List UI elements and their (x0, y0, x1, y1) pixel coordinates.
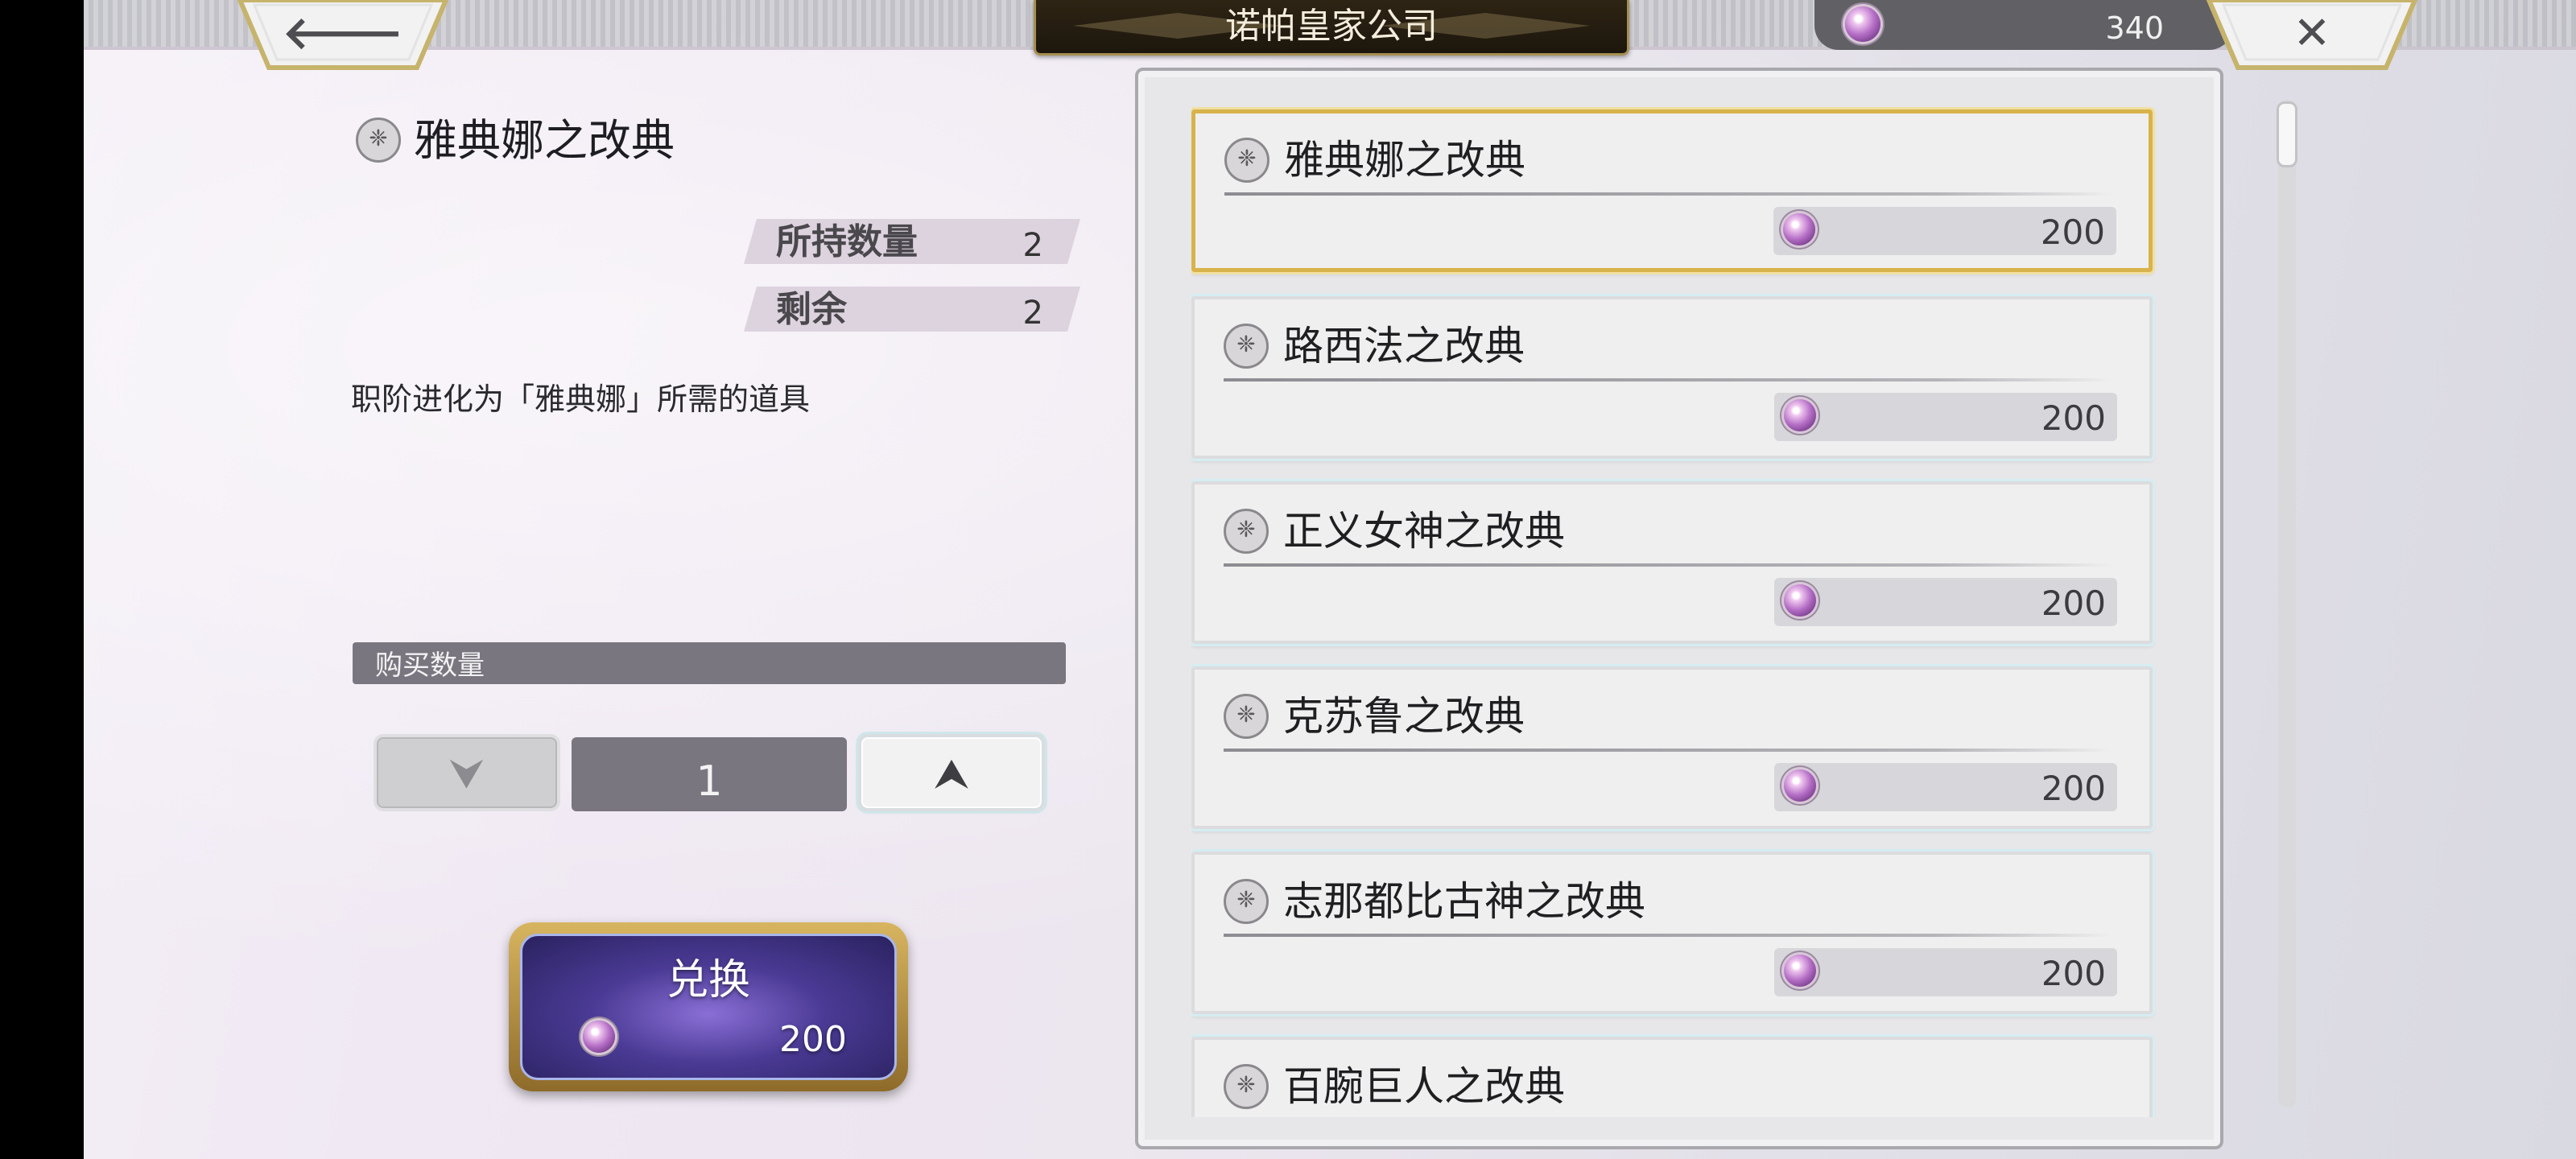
exchange-price: 200 (779, 1019, 847, 1060)
list-item-name: 百腕巨人之改典 (1283, 1063, 1565, 1110)
remaining-count-row: 剩余 2 (743, 287, 1081, 332)
decrease-quantity-button[interactable]: ⮟ (374, 734, 560, 811)
gem-icon (1784, 399, 1816, 431)
close-button[interactable]: ✕ (2206, 0, 2418, 70)
gem-icon (1784, 955, 1816, 987)
book-icon (1224, 138, 1269, 183)
exchange-button[interactable]: 兑换 200 (509, 922, 908, 1091)
list-item-name: 志那都比古神之改典 (1283, 878, 1645, 925)
list-item[interactable]: 正义女神之改典 200 (1191, 481, 2153, 644)
quantity-header: 购买数量 (353, 642, 1066, 684)
list-item[interactable]: 路西法之改典 200 (1191, 296, 2153, 459)
list-item-price: 200 (2041, 954, 2106, 993)
book-icon (1224, 879, 1269, 924)
item-description: 职阶进化为「雅典娜」所需的道具 (351, 382, 811, 417)
currency-amount: 340 (2105, 10, 2164, 46)
owned-count-row: 所持数量 2 (743, 219, 1081, 264)
list-item-price: 200 (2041, 769, 2106, 808)
list-item[interactable]: 百腕巨人之改典 200 (1191, 1037, 2153, 1117)
price-tag: 200 (1774, 393, 2117, 441)
list-item-name: 正义女神之改典 (1283, 508, 1565, 555)
gem-icon (1784, 584, 1816, 617)
list-item-price: 200 (2041, 398, 2106, 438)
price-tag: 200 (1774, 578, 2117, 626)
quantity-value[interactable]: 1 (572, 737, 847, 811)
list-item-price: 200 (2041, 584, 2106, 623)
price-tag: 200 (1774, 763, 2117, 811)
list-scroll-thumb[interactable] (2277, 101, 2297, 167)
gem-icon (583, 1021, 615, 1053)
item-list: 雅典娜之改典 200 路西法之改典 200 正义女神之改典 200 克苏鲁之改典… (1191, 103, 2249, 1117)
book-icon (1224, 1064, 1269, 1109)
book-icon (1224, 509, 1269, 554)
owned-label: 所持数量 (776, 221, 918, 262)
currency-display: 340 (1814, 0, 2233, 50)
list-item-name: 雅典娜之改典 (1284, 137, 1525, 184)
book-icon (356, 118, 401, 163)
list-item[interactable]: 志那都比古神之改典 200 (1191, 852, 2153, 1014)
back-button[interactable]: 🡐 (237, 0, 449, 70)
exchange-label: 兑换 (666, 956, 750, 1004)
quantity-label: 购买数量 (375, 650, 485, 682)
list-item-name: 路西法之改典 (1283, 323, 1525, 369)
chevron-down-icon: ⮟ (448, 750, 485, 798)
title-plate: 诺帕皇家公司 (1034, 0, 1629, 56)
page-title: 诺帕皇家公司 (1225, 6, 1438, 47)
list-item-name: 克苏鲁之改典 (1283, 693, 1525, 740)
chevron-up-icon: ⮝ (933, 750, 970, 798)
item-title: 雅典娜之改典 (414, 115, 675, 166)
book-icon (1224, 694, 1269, 739)
close-icon: ✕ (2293, 7, 2331, 60)
increase-quantity-button[interactable]: ⮝ (858, 734, 1045, 811)
gem-icon (1784, 769, 1816, 802)
list-item[interactable]: 克苏鲁之改典 200 (1191, 666, 2153, 829)
price-tag: 200 (1773, 207, 2116, 255)
owned-value: 2 (1022, 227, 1043, 264)
price-tag: 200 (1774, 948, 2117, 996)
list-item[interactable]: 雅典娜之改典 200 (1191, 109, 2153, 272)
book-icon (1224, 324, 1269, 369)
gem-icon (1845, 6, 1880, 42)
gem-icon (1783, 213, 1815, 245)
remaining-value: 2 (1022, 295, 1043, 332)
remaining-label: 剩余 (776, 289, 847, 330)
list-item-price: 200 (2040, 212, 2105, 252)
back-arrow-icon: 🡐 (282, 7, 404, 60)
list-scrollbar[interactable] (2278, 100, 2296, 1107)
